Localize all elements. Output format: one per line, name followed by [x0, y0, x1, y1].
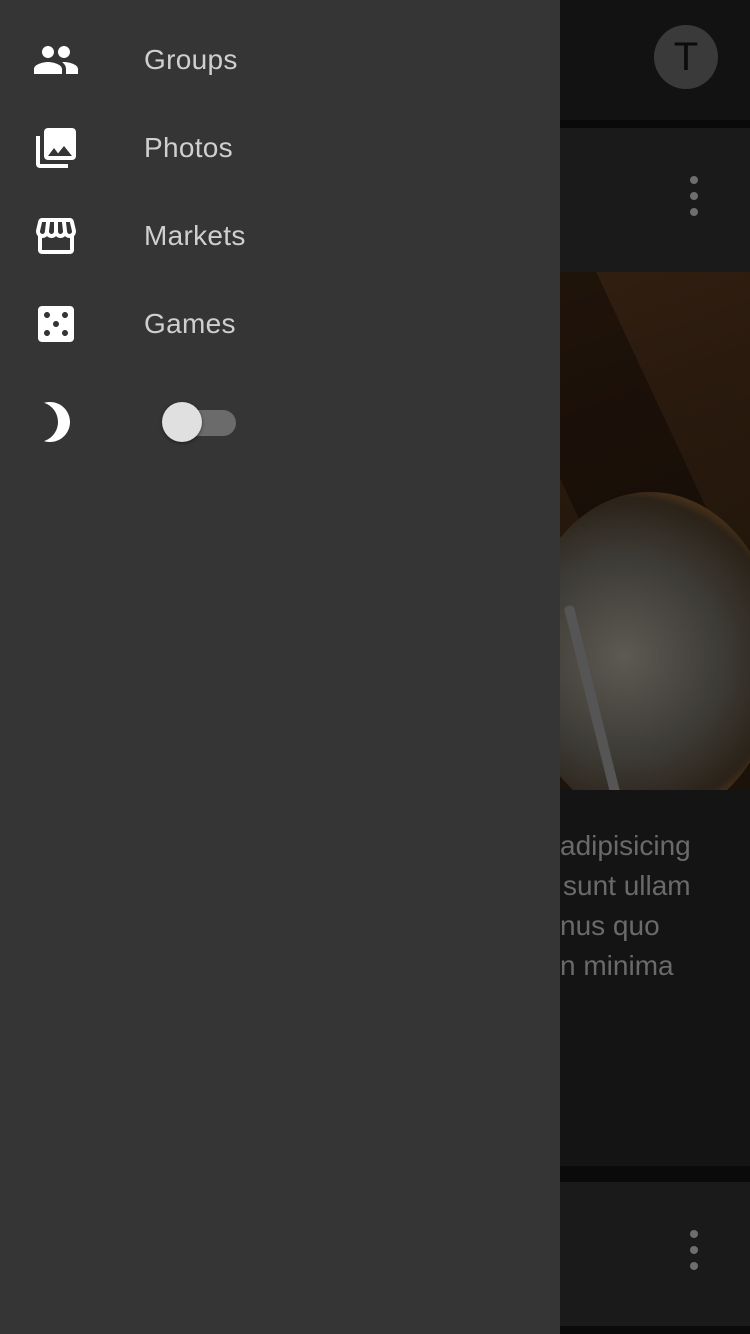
drawer-item-groups[interactable]: Groups	[0, 16, 560, 104]
drawer-item-label: Groups	[144, 44, 238, 75]
storefront-icon	[32, 212, 80, 260]
dice-icon	[32, 300, 80, 348]
drawer-item-label: Games	[144, 308, 236, 339]
avatar[interactable]: T	[654, 25, 718, 89]
drawer-item-games[interactable]: Games	[0, 280, 560, 368]
drawer-item-label: Markets	[144, 220, 246, 251]
more-vert-icon[interactable]	[688, 176, 700, 216]
drawer-item-markets[interactable]: Markets	[0, 192, 560, 280]
moon-icon	[32, 398, 80, 446]
toggle-thumb	[162, 402, 202, 442]
more-vert-icon[interactable]	[688, 1230, 700, 1270]
drawer-item-photos[interactable]: Photos	[0, 104, 560, 192]
photos-icon	[32, 124, 80, 172]
groups-icon	[32, 36, 80, 84]
dark-mode-row	[0, 378, 560, 466]
drawer-item-label: Photos	[144, 132, 233, 163]
navigation-drawer: Groups Photos Markets Games	[0, 0, 560, 1334]
dark-mode-toggle[interactable]	[162, 402, 236, 442]
